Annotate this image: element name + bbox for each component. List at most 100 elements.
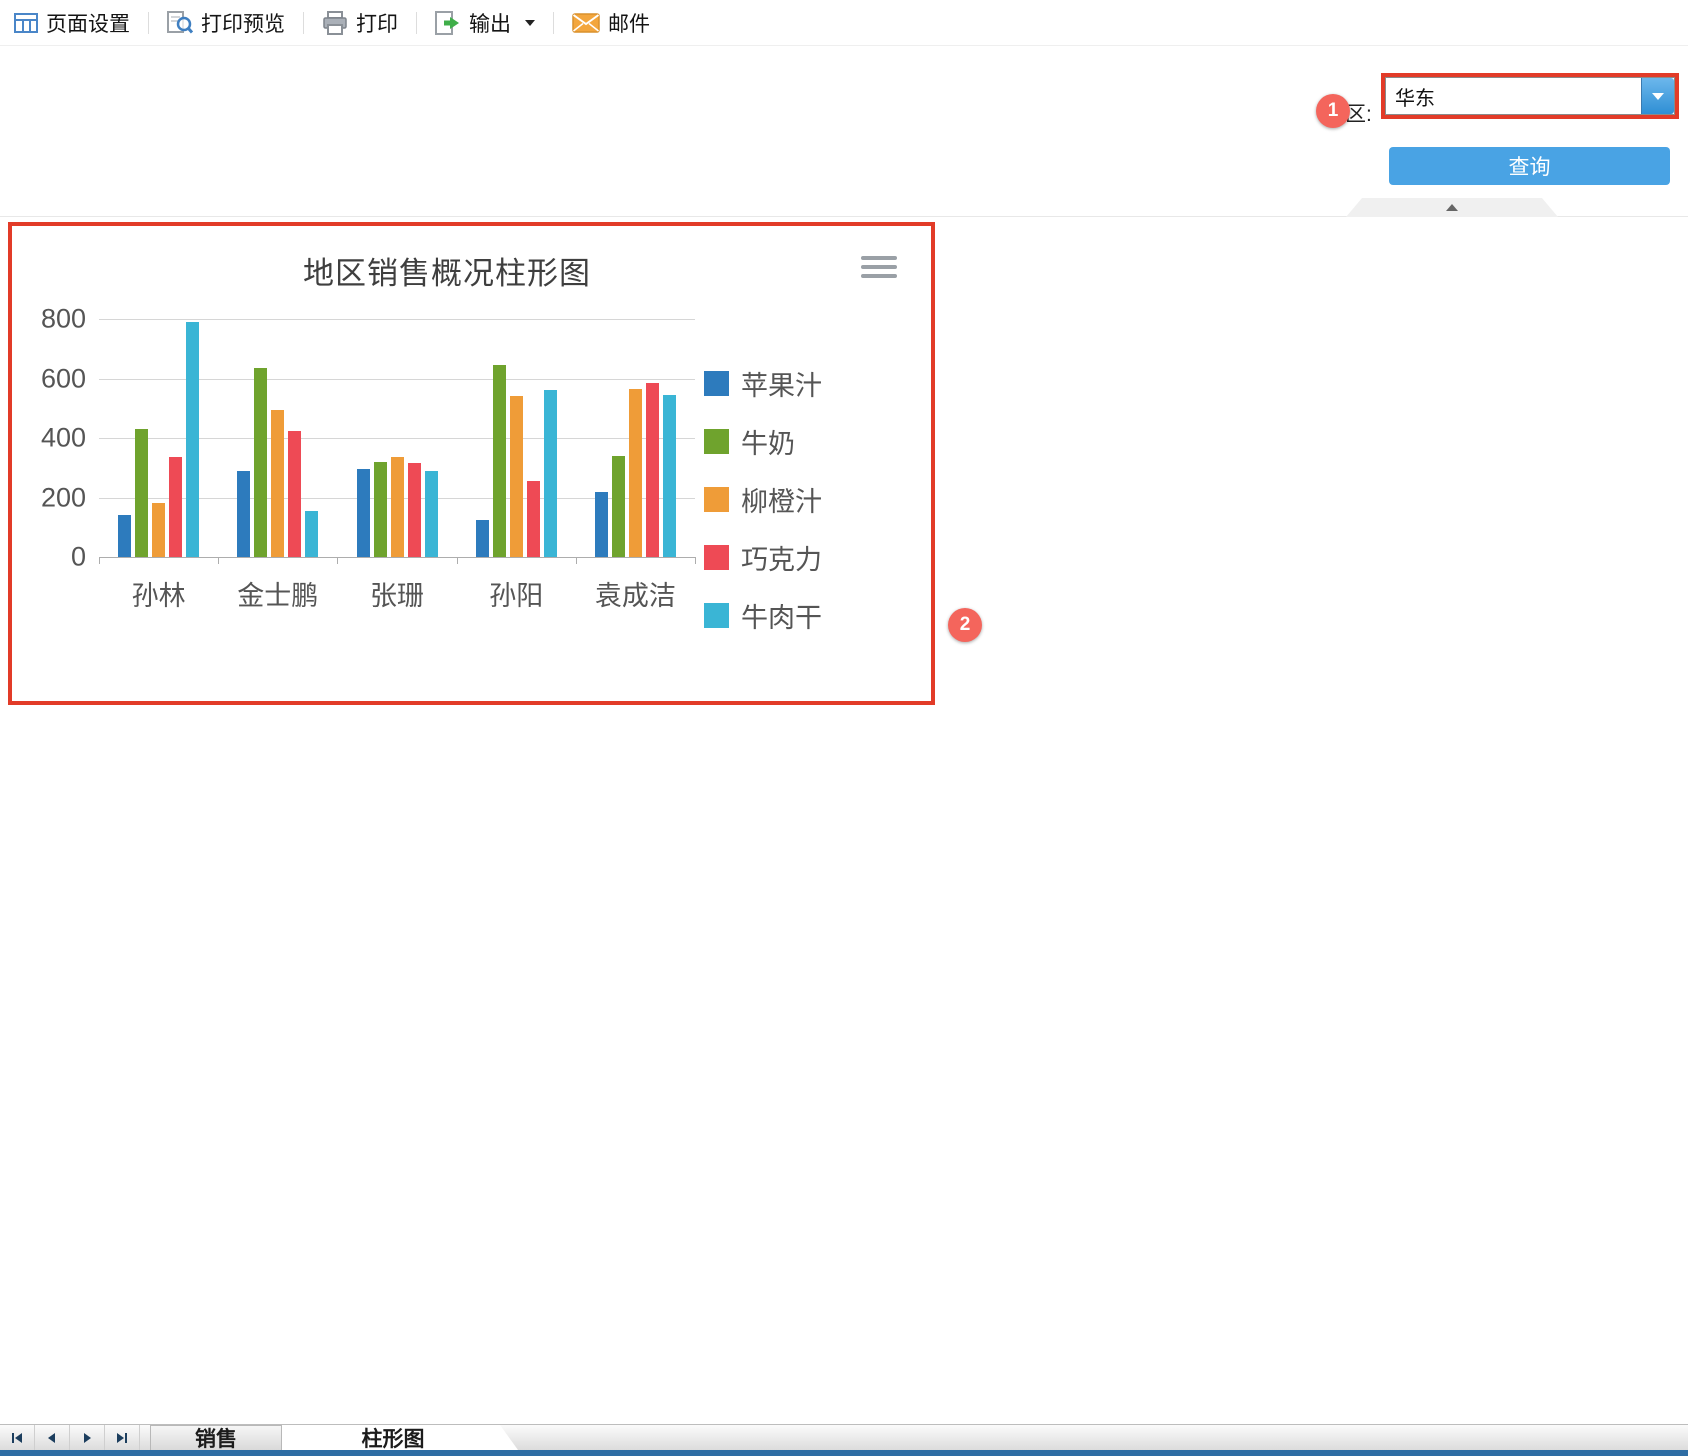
toolbar-mail[interactable]: 邮件 bbox=[568, 8, 654, 38]
bar[interactable] bbox=[135, 429, 149, 557]
axis-tick bbox=[575, 557, 577, 564]
y-tick-label: 600 bbox=[40, 363, 86, 393]
print-icon bbox=[322, 10, 348, 35]
y-tick-label: 800 bbox=[40, 303, 86, 334]
bar[interactable] bbox=[492, 365, 506, 557]
region-select-dropdown-button[interactable] bbox=[1641, 78, 1674, 114]
bar[interactable] bbox=[475, 519, 489, 557]
toolbar-label: 打印 bbox=[356, 12, 398, 36]
bar-group-2 bbox=[218, 319, 337, 557]
toolbar-print[interactable]: 打印 bbox=[318, 8, 402, 38]
bar[interactable] bbox=[594, 491, 608, 557]
query-button[interactable]: 查询 bbox=[1389, 147, 1670, 185]
bar[interactable] bbox=[237, 470, 251, 557]
bar[interactable] bbox=[288, 430, 302, 557]
bar[interactable] bbox=[186, 321, 200, 557]
toolbar-separator bbox=[303, 11, 304, 34]
bar[interactable] bbox=[543, 390, 557, 557]
bar[interactable] bbox=[611, 455, 625, 557]
legend-item-苹果汁[interactable]: 苹果汁 bbox=[704, 364, 822, 403]
bar[interactable] bbox=[645, 382, 659, 557]
region-select[interactable]: 华东 bbox=[1385, 77, 1675, 115]
chevron-down-icon bbox=[525, 19, 535, 26]
next-sheet-button[interactable] bbox=[70, 1425, 105, 1450]
bar[interactable] bbox=[305, 510, 319, 557]
bar[interactable] bbox=[424, 470, 438, 557]
chevron-up-icon bbox=[1446, 204, 1458, 211]
bar[interactable] bbox=[169, 457, 183, 557]
bar[interactable] bbox=[407, 463, 421, 557]
legend-item-牛奶[interactable]: 牛奶 bbox=[704, 422, 822, 461]
legend-swatch bbox=[704, 487, 729, 512]
bar[interactable] bbox=[118, 515, 132, 557]
toolbar-separator bbox=[416, 11, 417, 34]
plot-area bbox=[99, 319, 695, 558]
axis-tick bbox=[456, 557, 458, 564]
annotation-badge-1: 1 bbox=[1316, 94, 1350, 128]
bar[interactable] bbox=[509, 396, 523, 557]
legend-label: 牛肉干 bbox=[741, 603, 822, 633]
toolbar-export[interactable]: 输出 bbox=[431, 8, 539, 38]
x-tick-label: 孙阳 bbox=[489, 581, 544, 611]
legend-label: 柳橙汁 bbox=[741, 487, 822, 517]
toolbar: 页面设置 打印预览 打印 输出 邮件 bbox=[0, 0, 1688, 46]
y-axis-labels: 0 200 400 600 800 bbox=[12, 304, 86, 572]
axis-tick bbox=[695, 557, 696, 564]
last-sheet-button[interactable] bbox=[105, 1425, 140, 1450]
bar-group-1 bbox=[99, 319, 218, 557]
bar[interactable] bbox=[526, 481, 540, 557]
x-tick-label: 金士鹏 bbox=[237, 581, 319, 611]
mail-icon bbox=[572, 12, 600, 33]
bar-group-4 bbox=[457, 319, 576, 557]
page-setup-icon bbox=[14, 12, 38, 33]
bar[interactable] bbox=[373, 461, 387, 557]
region-select-value: 华东 bbox=[1395, 87, 1435, 110]
toolbar-label: 打印预览 bbox=[201, 12, 285, 36]
bar[interactable] bbox=[628, 388, 642, 557]
chart-legend: 苹果汁牛奶柳橙汁巧克力牛肉干 bbox=[704, 364, 822, 654]
export-icon bbox=[435, 10, 461, 35]
x-axis-ticks bbox=[99, 557, 696, 564]
sheet-tab-strip: 销售 柱形图 bbox=[0, 1424, 1688, 1451]
sheet-bar: 销售 柱形图 bbox=[0, 1424, 1688, 1456]
bar[interactable] bbox=[390, 457, 404, 557]
axis-tick bbox=[218, 557, 220, 564]
legend-item-牛肉干[interactable]: 牛肉干 bbox=[704, 596, 822, 635]
legend-label: 苹果汁 bbox=[741, 371, 822, 401]
y-tick-label: 200 bbox=[40, 482, 86, 512]
legend-swatch bbox=[704, 603, 729, 628]
toolbar-label: 邮件 bbox=[608, 12, 650, 36]
bar[interactable] bbox=[662, 394, 676, 557]
legend-label: 牛奶 bbox=[741, 429, 795, 459]
x-tick-label: 孙林 bbox=[131, 581, 186, 611]
axis-tick bbox=[337, 557, 339, 564]
bar[interactable] bbox=[254, 368, 268, 557]
bar[interactable] bbox=[152, 503, 166, 557]
toolbar-separator bbox=[553, 11, 554, 34]
sheet-tab-sales[interactable]: 销售 bbox=[150, 1425, 282, 1451]
toolbar-label: 页面设置 bbox=[46, 12, 130, 36]
x-tick-label: 袁成洁 bbox=[594, 581, 676, 611]
sheet-bar-bottom-strip bbox=[0, 1450, 1688, 1456]
panel-collapse-handle[interactable] bbox=[1346, 198, 1558, 217]
legend-swatch bbox=[704, 545, 729, 570]
previous-sheet-button[interactable] bbox=[35, 1425, 70, 1450]
legend-item-巧克力[interactable]: 巧克力 bbox=[704, 538, 822, 577]
x-tick-label: 张珊 bbox=[370, 581, 424, 611]
legend-item-柳橙汁[interactable]: 柳橙汁 bbox=[704, 480, 822, 519]
legend-swatch bbox=[704, 429, 729, 454]
chart-title: 地区销售概况柱形图 bbox=[303, 256, 591, 291]
annotation-highlight-region-select: 华东 bbox=[1381, 73, 1679, 119]
bar-group-3 bbox=[337, 319, 456, 557]
chart-menu-icon[interactable] bbox=[861, 256, 897, 278]
bar-layer bbox=[99, 319, 695, 557]
toolbar-page-setup[interactable]: 页面设置 bbox=[10, 8, 134, 38]
toolbar-print-preview[interactable]: 打印预览 bbox=[163, 8, 289, 38]
bar[interactable] bbox=[271, 409, 285, 557]
legend-label: 巧克力 bbox=[741, 545, 822, 575]
annotation-badge-2: 2 bbox=[948, 608, 982, 642]
bar[interactable] bbox=[356, 469, 370, 557]
y-tick-label: 0 bbox=[70, 541, 86, 572]
sheet-tab-bar-chart[interactable]: 柱形图 bbox=[282, 1425, 518, 1450]
first-sheet-button[interactable] bbox=[0, 1425, 35, 1450]
